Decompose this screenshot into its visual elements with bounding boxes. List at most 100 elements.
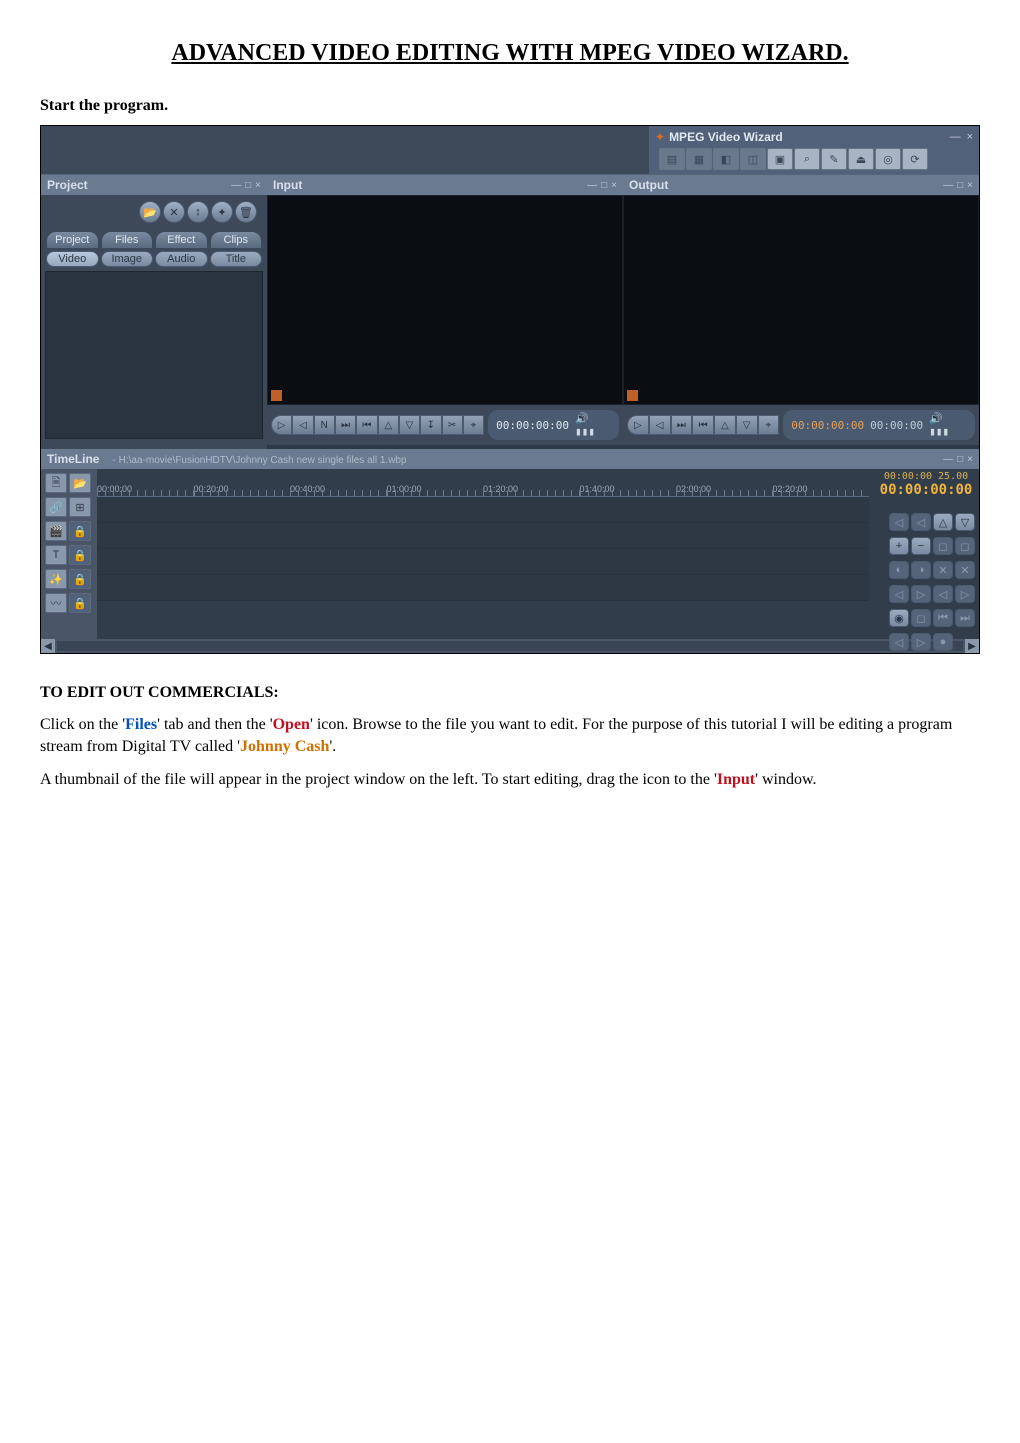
tl-tool-link[interactable]: 🔗 [45, 497, 67, 517]
tl-rb-1[interactable]: ◁ [889, 513, 909, 531]
timeline-scrollbar[interactable]: ◀ ▶ [41, 639, 979, 653]
tl-tool-snap[interactable]: ⊞ [69, 497, 91, 517]
toolbar-btn-5[interactable]: ▣ [767, 148, 793, 170]
tl-rb-3[interactable]: ◻ [933, 537, 953, 555]
tl-rb-5[interactable]: ◐ [889, 561, 909, 579]
actions-button[interactable]: ✦ [211, 201, 233, 223]
cut-button[interactable]: ✂ [442, 415, 463, 435]
snap-button[interactable]: ⌖ [758, 415, 780, 435]
panel-min-icon[interactable]: — [231, 180, 241, 191]
toolbar-btn-4[interactable]: ◫ [740, 148, 766, 170]
timeline-track[interactable] [97, 549, 869, 575]
tl-rb-down[interactable]: ▽ [955, 513, 975, 531]
project-content[interactable] [45, 271, 263, 439]
tab-clips[interactable]: Clips [210, 231, 263, 249]
toolbar-btn-6[interactable]: ⌕ [794, 148, 820, 170]
tl-rb-14[interactable]: ⏮ [933, 609, 953, 627]
tab-image[interactable]: Image [101, 251, 154, 267]
minimize-icon[interactable]: — [950, 131, 961, 143]
tab-video[interactable]: Video [46, 251, 99, 267]
toolbar-btn-1[interactable]: ▤ [659, 148, 685, 170]
tl-rb-rec[interactable]: ● [933, 633, 953, 651]
panel-max-icon[interactable]: □ [957, 180, 963, 191]
tl-tool-fx[interactable]: ✨ [45, 569, 67, 589]
stop-icon[interactable] [271, 390, 282, 401]
scroll-left-icon[interactable]: ◀ [41, 639, 55, 653]
tl-rb-6[interactable]: ◑ [911, 561, 931, 579]
panel-max-icon[interactable]: □ [957, 454, 963, 465]
tl-tool-open[interactable]: 📂 [69, 473, 91, 493]
output-viewer[interactable] [623, 195, 979, 405]
tl-rb-17[interactable]: ▷ [911, 633, 931, 651]
timeline-track[interactable] [97, 523, 869, 549]
play-button[interactable]: ▷ [627, 415, 649, 435]
toolbar-btn-3[interactable]: ◧ [713, 148, 739, 170]
panel-min-icon[interactable]: — [587, 180, 597, 191]
tab-effect[interactable]: Effect [155, 231, 208, 249]
tl-rb-12[interactable]: ▷ [955, 585, 975, 603]
back-button[interactable]: ◁ [649, 415, 671, 435]
tl-tool-lock2[interactable]: 🔒 [69, 545, 91, 565]
panel-close-icon[interactable]: × [255, 180, 261, 191]
tl-rb-up[interactable]: △ [933, 513, 953, 531]
toolbar-btn-10[interactable]: ⟳ [902, 148, 928, 170]
down-button[interactable]: ▽ [399, 415, 420, 435]
panel-min-icon[interactable]: — [943, 454, 953, 465]
panel-close-icon[interactable]: × [611, 180, 617, 191]
tl-rb-2[interactable]: ◁ [911, 513, 931, 531]
delete-button[interactable]: ✕ [163, 201, 185, 223]
tl-tool-new[interactable]: 🗎 [45, 473, 67, 493]
tab-title[interactable]: Title [210, 251, 263, 267]
open-button[interactable]: 📂 [139, 201, 161, 223]
reorder-button[interactable]: ↕ [187, 201, 209, 223]
end-button[interactable]: ⏭ [671, 415, 693, 435]
toolbar-btn-9[interactable]: ◎ [875, 148, 901, 170]
up-button[interactable]: △ [378, 415, 399, 435]
tl-rb-8[interactable]: ✕ [955, 561, 975, 579]
tl-tool-video[interactable]: 🎬 [45, 521, 67, 541]
down-button[interactable]: ▽ [736, 415, 758, 435]
back-button[interactable]: ◁ [292, 415, 313, 435]
tl-tool-audio[interactable]: 〰 [45, 593, 67, 613]
close-icon[interactable]: × [967, 131, 973, 143]
tl-rb-15[interactable]: ⏭ [955, 609, 975, 627]
toolbar-btn-8[interactable]: ⏏ [848, 148, 874, 170]
markin-button[interactable]: ↧ [420, 415, 441, 435]
tl-rb-minus[interactable]: − [911, 537, 931, 555]
tab-project[interactable]: Project [46, 231, 99, 249]
input-viewer[interactable] [267, 195, 623, 405]
tl-rb-4[interactable]: ◻ [955, 537, 975, 555]
panel-close-icon[interactable]: × [967, 180, 973, 191]
trash-button[interactable]: 🗑 [235, 201, 257, 223]
start-button[interactable]: ⏮ [356, 415, 377, 435]
panel-close-icon[interactable]: × [967, 454, 973, 465]
tl-rb-16[interactable]: ◁ [889, 633, 909, 651]
tab-audio[interactable]: Audio [155, 251, 208, 267]
up-button[interactable]: △ [714, 415, 736, 435]
toolbar-btn-2[interactable]: ▦ [686, 148, 712, 170]
start-button[interactable]: ⏮ [692, 415, 714, 435]
tl-tool-lock3[interactable]: 🔒 [69, 569, 91, 589]
tl-rb-13[interactable]: ◻ [911, 609, 931, 627]
timeline-area[interactable]: 00:00:00 00:20:00 00:40:00 01:00:00 01:2… [97, 469, 979, 639]
play-button[interactable]: ▷ [271, 415, 292, 435]
toolbar-btn-7[interactable]: ✎ [821, 148, 847, 170]
sound-icon[interactable]: 🔊 ▮▮▮ [575, 412, 611, 438]
tl-tool-lock4[interactable]: 🔒 [69, 593, 91, 613]
timeline-track[interactable] [97, 497, 869, 523]
tl-tool-lock1[interactable]: 🔒 [69, 521, 91, 541]
tl-rb-eye[interactable]: ◉ [889, 609, 909, 627]
end-button[interactable]: ⏭ [335, 415, 356, 435]
panel-max-icon[interactable]: □ [601, 180, 607, 191]
tl-rb-plus[interactable]: + [889, 537, 909, 555]
sound-icon[interactable]: 🔊 ▮▮▮ [929, 412, 967, 438]
tl-rb-10[interactable]: ▷ [911, 585, 931, 603]
next-button[interactable]: N [314, 415, 335, 435]
tl-rb-7[interactable]: ✕ [933, 561, 953, 579]
panel-max-icon[interactable]: □ [245, 180, 251, 191]
tl-rb-9[interactable]: ◁ [889, 585, 909, 603]
tab-files[interactable]: Files [101, 231, 154, 249]
panel-min-icon[interactable]: — [943, 180, 953, 191]
snap-button[interactable]: ⌖ [463, 415, 484, 435]
tl-tool-text[interactable]: T [45, 545, 67, 565]
